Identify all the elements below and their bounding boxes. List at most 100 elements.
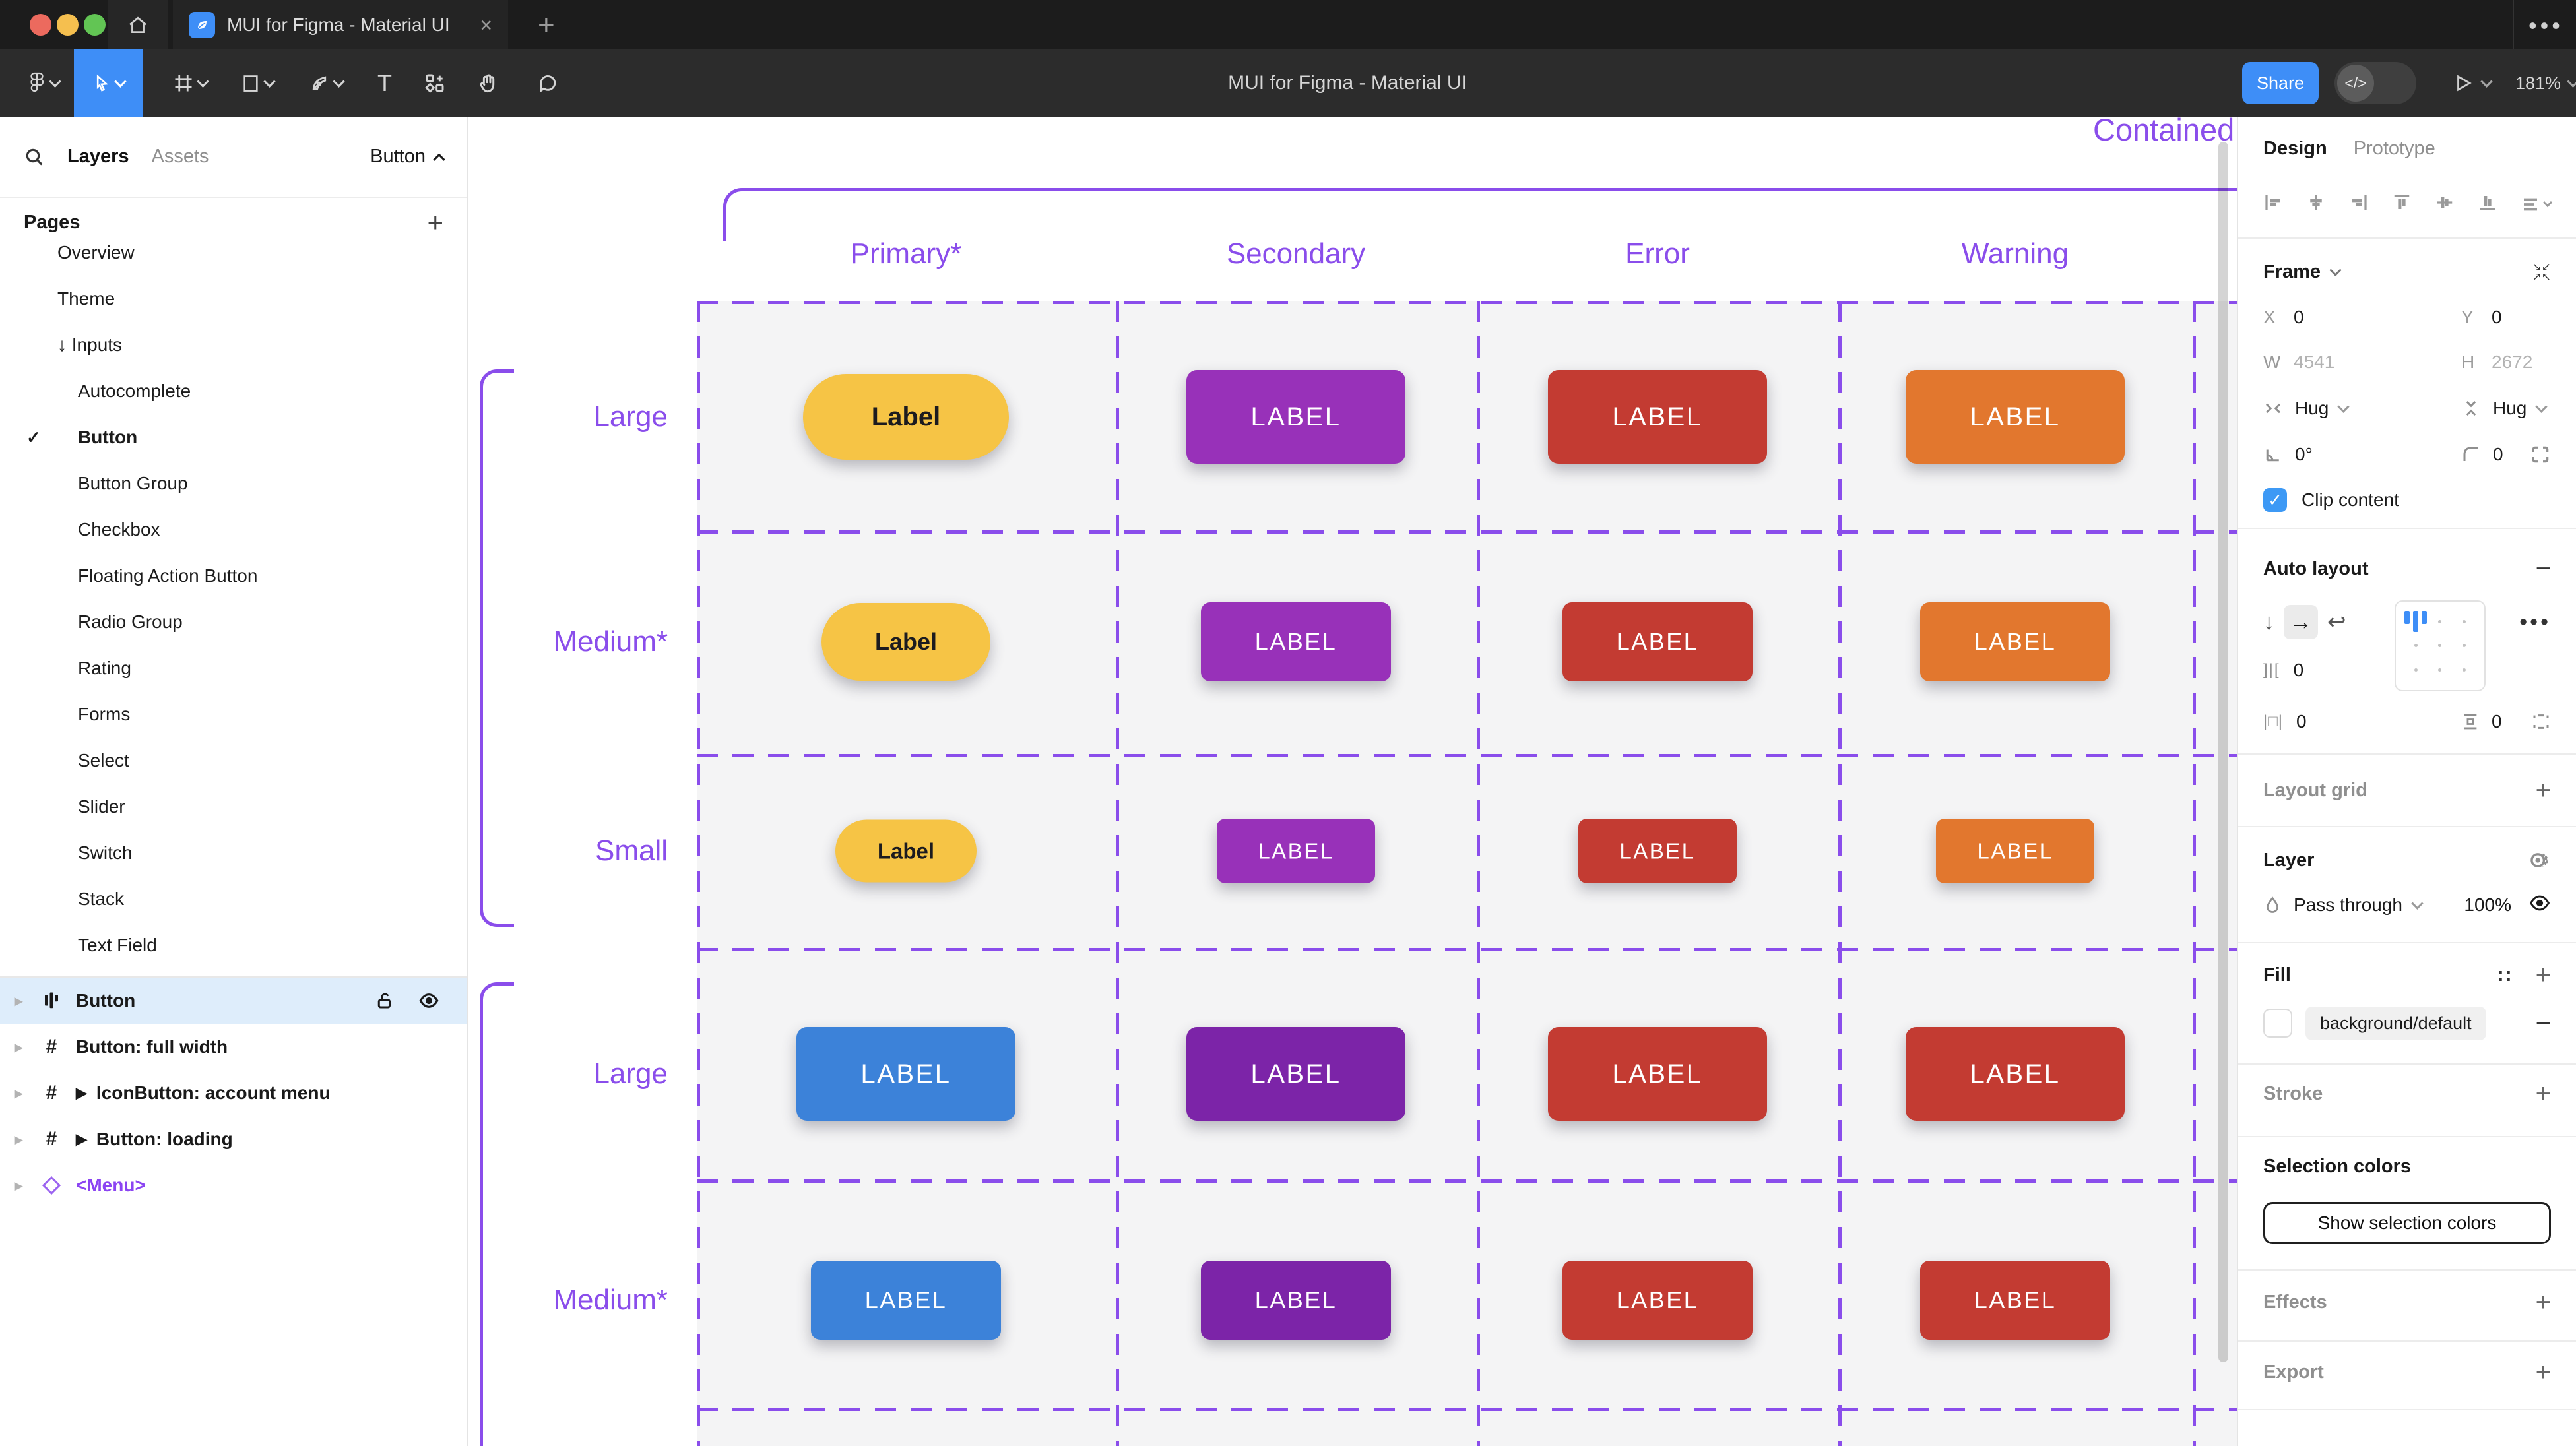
minimize-window-button[interactable] xyxy=(57,14,79,36)
share-button[interactable]: Share xyxy=(2242,62,2319,104)
page-item-overview[interactable]: Overview xyxy=(0,230,467,276)
canvas-button-small-warning[interactable]: LABEL xyxy=(1936,819,2094,883)
main-menu-button[interactable] xyxy=(13,49,74,117)
page-item-switch[interactable]: Switch xyxy=(0,830,467,876)
shape-tool-button[interactable] xyxy=(224,49,290,117)
horizontal-padding-input[interactable]: 0 xyxy=(2296,711,2307,732)
clip-content-row[interactable]: ✓ Clip content xyxy=(2263,478,2551,522)
page-item-inputs[interactable]: ↓ Inputs xyxy=(0,322,467,368)
add-effect-button[interactable]: + xyxy=(2536,1288,2551,1317)
fill-row[interactable]: background/default − xyxy=(2263,999,2551,1047)
comment-tool-button[interactable] xyxy=(520,49,575,117)
w-input[interactable]: 4541 xyxy=(2294,352,2334,373)
home-button[interactable] xyxy=(108,0,168,49)
expand-caret-icon[interactable]: ▸ xyxy=(15,991,22,1011)
frame-label[interactable]: Frame xyxy=(2263,261,2321,283)
page-item-rating[interactable]: Rating xyxy=(0,645,467,691)
align-vertical-center-icon[interactable] xyxy=(2435,193,2455,217)
canvas-button-large-secondary[interactable]: LABEL xyxy=(1186,370,1405,464)
remove-fill-button[interactable]: − xyxy=(2536,1009,2551,1038)
pen-tool-button[interactable] xyxy=(292,49,360,117)
layer-item-button-loading[interactable]: ▸#▶Button: loading xyxy=(0,1116,467,1162)
fullscreen-window-button[interactable] xyxy=(84,14,106,36)
tab-assets[interactable]: Assets xyxy=(152,146,209,168)
align-horizontal-center-icon[interactable] xyxy=(2306,193,2326,217)
page-item-autocomplete[interactable]: Autocomplete xyxy=(0,368,467,414)
file-tab[interactable]: MUI for Figma - Material UI × xyxy=(173,0,508,49)
canvas-button-medium-error[interactable]: LABEL xyxy=(1562,1261,1753,1340)
gap-input[interactable]: 0 xyxy=(2294,660,2304,681)
fill-color-swatch[interactable] xyxy=(2263,1009,2292,1038)
expand-caret-icon[interactable]: ▸ xyxy=(15,1130,22,1149)
search-icon[interactable] xyxy=(24,146,45,168)
page-item-radio-group[interactable]: Radio Group xyxy=(0,599,467,645)
resources-tool-button[interactable] xyxy=(410,49,459,117)
rotation-input[interactable]: 0° xyxy=(2295,444,2313,465)
canvas-button-medium-warning[interactable]: LABEL xyxy=(1920,602,2110,681)
canvas-button-small-error[interactable]: LABEL xyxy=(1578,819,1737,883)
vertical-padding-input[interactable]: 0 xyxy=(2492,711,2502,732)
expand-caret-icon[interactable]: ▸ xyxy=(15,1038,22,1057)
canvas-button-medium-error[interactable]: LABEL xyxy=(1562,602,1753,681)
hug-vertical-select[interactable]: Hug xyxy=(2493,398,2527,419)
align-left-icon[interactable] xyxy=(2263,193,2283,217)
close-window-button[interactable] xyxy=(30,14,51,36)
canvas-button-small-primary[interactable]: Label xyxy=(835,820,977,883)
layer-item-button-full-width[interactable]: ▸#Button: full width xyxy=(0,1024,467,1070)
direction-right-button-selected[interactable]: → xyxy=(2284,605,2318,639)
tab-design[interactable]: Design xyxy=(2263,138,2327,160)
unlock-icon[interactable] xyxy=(375,991,395,1011)
canvas-scrollbar[interactable] xyxy=(2218,142,2228,1362)
blend-mode-select[interactable]: Pass through xyxy=(2294,895,2402,916)
page-item-stack[interactable]: Stack xyxy=(0,876,467,922)
layer-item-iconbutton-account-menu[interactable]: ▸#▶IconButton: account menu xyxy=(0,1070,467,1116)
auto-layout-more-button[interactable]: ••• xyxy=(2519,610,2551,635)
expand-caret-icon[interactable]: ▸ xyxy=(15,1176,22,1195)
close-tab-icon[interactable]: × xyxy=(480,15,492,36)
new-tab-button[interactable]: + xyxy=(538,9,555,42)
align-top-icon[interactable] xyxy=(2392,193,2412,217)
canvas-button-medium-secondary[interactable]: LABEL xyxy=(1201,1261,1391,1340)
page-item-select[interactable]: Select xyxy=(0,738,467,784)
canvas-button-small-secondary[interactable]: LABEL xyxy=(1217,819,1375,883)
add-layout-grid-button[interactable]: + xyxy=(2536,776,2551,805)
canvas-button-large-primary[interactable]: Label xyxy=(803,374,1009,460)
layer-visibility-icon[interactable] xyxy=(2528,892,2551,919)
tab-prototype[interactable]: Prototype xyxy=(2354,138,2435,160)
canvas-button-large-primary[interactable]: LABEL xyxy=(796,1027,1015,1121)
canvas-button-large-error[interactable]: LABEL xyxy=(1548,370,1767,464)
window-more-menu-button[interactable]: ••• xyxy=(2528,12,2563,40)
canvas-button-medium-primary[interactable]: LABEL xyxy=(811,1261,1001,1340)
show-selection-colors-button[interactable]: Show selection colors xyxy=(2263,1202,2551,1244)
x-input[interactable]: 0 xyxy=(2294,307,2304,328)
h-input[interactable]: 2672 xyxy=(2492,352,2532,373)
page-item-slider[interactable]: Slider xyxy=(0,784,467,830)
canvas-button-large-warning[interactable]: LABEL xyxy=(1906,1027,2125,1121)
canvas-button-large-error[interactable]: LABEL xyxy=(1548,1027,1767,1121)
remove-auto-layout-button[interactable]: − xyxy=(2536,554,2551,584)
fill-token-chip[interactable]: background/default xyxy=(2305,1007,2486,1040)
independent-padding-icon[interactable] xyxy=(2531,712,2551,732)
layer-item-button[interactable]: ▸Button xyxy=(0,978,467,1024)
canvas-button-large-secondary[interactable]: LABEL xyxy=(1186,1027,1405,1121)
opacity-input[interactable]: 100% xyxy=(2464,895,2511,916)
move-tool-button[interactable] xyxy=(74,49,143,117)
canvas-button-medium-primary[interactable]: Label xyxy=(821,603,990,681)
corner-radius-input[interactable]: 0 xyxy=(2493,444,2503,465)
fill-styles-icon[interactable]: :: xyxy=(2497,964,2513,986)
add-fill-button[interactable]: + xyxy=(2536,960,2551,990)
page-item-checkbox[interactable]: Checkbox xyxy=(0,507,467,553)
page-selector[interactable]: Button xyxy=(370,146,443,168)
clip-content-checkbox[interactable]: ✓ xyxy=(2263,488,2287,512)
tab-layers[interactable]: Layers xyxy=(67,146,129,168)
page-item-button-group[interactable]: Button Group xyxy=(0,460,467,507)
distribute-icon[interactable] xyxy=(2521,195,2551,214)
hand-tool-button[interactable] xyxy=(462,49,515,117)
eye-icon[interactable] xyxy=(418,990,439,1011)
add-stroke-button[interactable]: + xyxy=(2536,1079,2551,1109)
page-item-forms[interactable]: Forms xyxy=(0,691,467,738)
align-right-icon[interactable] xyxy=(2349,193,2369,217)
canvas-button-medium-secondary[interactable]: LABEL xyxy=(1201,602,1391,681)
present-button[interactable] xyxy=(2453,49,2491,117)
hug-horizontal-select[interactable]: Hug xyxy=(2295,398,2329,419)
